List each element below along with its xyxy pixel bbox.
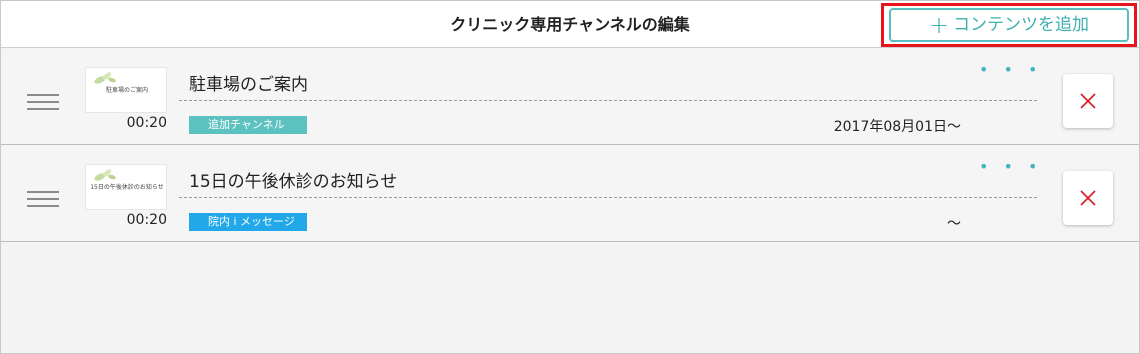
content-thumbnail: 駐車場のご案内 xyxy=(85,67,167,113)
drag-handle-icon[interactable] xyxy=(27,191,59,209)
channel-tag: 院内 i メッセージ xyxy=(189,213,307,231)
content-date: 2017年08月01日〜 xyxy=(833,119,961,135)
channel-editor: クリニック専用チャンネルの編集 + コンテンツを追加 駐車場のご案内 00:20 … xyxy=(0,0,1140,354)
close-icon xyxy=(1080,93,1096,109)
delete-button[interactable] xyxy=(1063,171,1113,225)
content-title: 15日の午後休診のお知らせ xyxy=(189,172,398,192)
row-divider xyxy=(179,100,1037,101)
add-content-button[interactable]: + コンテンツを追加 xyxy=(889,8,1129,42)
delete-button[interactable] xyxy=(1063,74,1113,128)
plus-icon: + xyxy=(928,11,950,39)
more-dots-icon[interactable]: • • • xyxy=(979,60,1042,79)
content-duration: 00:20 xyxy=(126,212,167,228)
leaf-icon xyxy=(94,72,116,84)
thumbnail-caption: 15日の午後休診のお知らせ xyxy=(90,184,164,191)
close-icon xyxy=(1080,190,1096,206)
content-duration: 00:20 xyxy=(126,115,167,131)
content-date: 〜 xyxy=(947,216,961,232)
content-thumbnail: 15日の午後休診のお知らせ xyxy=(85,164,167,210)
header-bar: クリニック専用チャンネルの編集 + コンテンツを追加 xyxy=(1,1,1139,48)
content-row[interactable]: 駐車場のご案内 00:20 駐車場のご案内 • • • 追加チャンネル 2017… xyxy=(1,50,1139,145)
channel-tag: 追加チャンネル xyxy=(189,116,307,134)
thumbnail-caption: 駐車場のご案内 xyxy=(105,87,148,94)
more-dots-icon[interactable]: • • • xyxy=(979,157,1042,176)
content-row[interactable]: 15日の午後休診のお知らせ 00:20 15日の午後休診のお知らせ • • • … xyxy=(1,147,1139,242)
content-title: 駐車場のご案内 xyxy=(189,75,308,95)
add-content-label: コンテンツを追加 xyxy=(953,15,1090,35)
drag-handle-icon[interactable] xyxy=(27,94,59,112)
row-divider xyxy=(179,197,1037,198)
leaf-icon xyxy=(94,169,116,181)
